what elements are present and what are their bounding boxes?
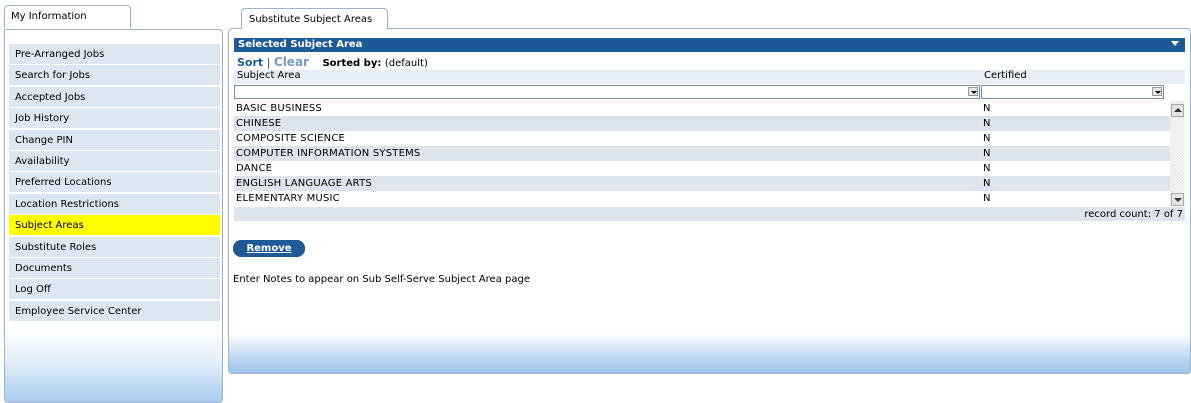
sort-separator: | (266, 56, 271, 69)
chevron-down-icon[interactable] (1152, 87, 1162, 96)
cell-certified: N (983, 103, 991, 114)
table-scrollbar[interactable] (1170, 101, 1185, 206)
sidebar-item-label: Job History (15, 113, 70, 125)
cell-subject-area: ELEMENTARY MUSIC (236, 193, 340, 204)
sorted-by-label: Sorted by: (322, 58, 382, 69)
sidebar-item-label: Location Restrictions (15, 198, 120, 210)
cell-certified: N (983, 193, 991, 204)
cell-subject-area: BASIC BUSINESS (236, 103, 322, 114)
subject-area-filter[interactable] (234, 85, 980, 99)
cell-subject-area: COMPUTER INFORMATION SYSTEMS (236, 148, 421, 159)
tab-my-information[interactable]: My Information (4, 5, 131, 28)
sidebar-item-substitute-roles[interactable]: Substitute Roles (9, 236, 220, 257)
table-row[interactable]: COMPOSITE SCIENCE N (234, 131, 1170, 146)
tab-my-information-label: My Information (11, 11, 87, 22)
cell-certified: N (983, 148, 991, 159)
table-row[interactable]: ENGLISH LANGUAGE ARTS N (234, 176, 1170, 191)
tab-substitute-subject-areas[interactable]: Substitute Subject Areas (241, 8, 388, 29)
sidebar-item-employee-service-center[interactable]: Employee Service Center (9, 300, 220, 321)
clear-link[interactable]: Clear (274, 55, 309, 69)
sidebar-item-location-restrictions[interactable]: Location Restrictions (9, 193, 220, 214)
side-menu: Pre-Arranged Jobs Search for Jobs Accepted… (9, 44, 220, 322)
collapse-caret-icon[interactable] (1171, 41, 1179, 46)
scroll-up-icon[interactable] (1171, 104, 1184, 117)
sidebar-item-label: Change PIN (15, 134, 73, 146)
scroll-down-icon[interactable] (1171, 193, 1184, 206)
sidebar-item-label: Employee Service Center (15, 305, 142, 317)
subject-table: BASIC BUSINESS N CHINESE N COMPOSITE SCIENCE… (234, 101, 1170, 206)
left-nav-panel: Pre-Arranged Jobs Search for Jobs Accepted… (4, 29, 223, 403)
sidebar-item-label: Pre-Arranged Jobs (15, 49, 105, 60)
remove-button[interactable]: Remove (233, 240, 305, 257)
sidebar-item-accepted-jobs[interactable]: Accepted Jobs (9, 86, 220, 107)
sidebar-item-log-off[interactable]: Log Off (9, 279, 220, 300)
sidebar-item-label: Availability (15, 155, 70, 167)
sidebar-item-job-history[interactable]: Job History (9, 108, 220, 129)
cell-subject-area: CHINESE (236, 118, 282, 129)
sidebar-item-label: Substitute Roles (15, 241, 97, 253)
chevron-down-icon[interactable] (968, 87, 978, 96)
notes-text: Enter Notes to appear on Sub Self-Serve … (233, 274, 530, 285)
sidebar-item-label: Accepted Jobs (15, 91, 86, 103)
cell-certified: N (983, 133, 991, 144)
sidebar-item-label: Documents (15, 262, 73, 274)
table-row[interactable]: BASIC BUSINESS N (234, 101, 1170, 116)
sidebar-item-documents[interactable]: Documents (9, 257, 220, 278)
table-row[interactable]: CHINESE N (234, 116, 1170, 131)
cell-subject-area: ENGLISH LANGUAGE ARTS (236, 178, 372, 189)
sidebar-item-search-for-jobs[interactable]: Search for Jobs (9, 65, 220, 86)
table-row[interactable]: DANCE N (234, 161, 1170, 176)
record-count: record count: 7 of 7 (1084, 209, 1183, 220)
cell-subject-area: COMPOSITE SCIENCE (236, 133, 346, 144)
cell-subject-area: DANCE (236, 163, 273, 174)
sidebar-item-change-pin[interactable]: Change PIN (9, 129, 220, 150)
sort-bar: Sort | Clear Sorted by: (default) (237, 55, 428, 69)
section-title: Selected Subject Area (238, 39, 363, 50)
sidebar-item-label: Search for Jobs (15, 70, 91, 82)
sidebar-item-label: Subject Areas (15, 220, 84, 232)
cell-certified: N (983, 118, 991, 129)
record-count-bar: record count: 7 of 7 (234, 207, 1185, 221)
sorted-by-value: (default) (384, 58, 428, 69)
section-header[interactable]: Selected Subject Area (234, 38, 1185, 52)
sidebar-item-pre-arranged-jobs[interactable]: Pre-Arranged Jobs (9, 44, 220, 64)
column-header-row (234, 70, 1185, 84)
main-panel: Selected Subject Area Sort | Clear Sorte… (228, 28, 1191, 374)
certified-filter[interactable] (981, 85, 1164, 99)
sidebar-item-label: Preferred Locations (15, 177, 112, 189)
column-header-certified[interactable]: Certified (984, 70, 1027, 81)
table-row[interactable]: COMPUTER INFORMATION SYSTEMS N (234, 146, 1170, 161)
cell-certified: N (983, 178, 991, 189)
sidebar-item-preferred-locations[interactable]: Preferred Locations (9, 172, 220, 193)
column-header-subject-area[interactable]: Subject Area (237, 70, 301, 81)
sidebar-item-subject-areas[interactable]: Subject Areas (9, 215, 220, 236)
sort-link[interactable]: Sort (237, 56, 263, 69)
cell-certified: N (983, 163, 991, 174)
sidebar-item-availability[interactable]: Availability (9, 150, 220, 171)
tab-substitute-subject-areas-label: Substitute Subject Areas (249, 14, 373, 25)
table-row[interactable]: ELEMENTARY MUSIC N (234, 191, 1170, 206)
sidebar-item-label: Log Off (15, 284, 51, 296)
